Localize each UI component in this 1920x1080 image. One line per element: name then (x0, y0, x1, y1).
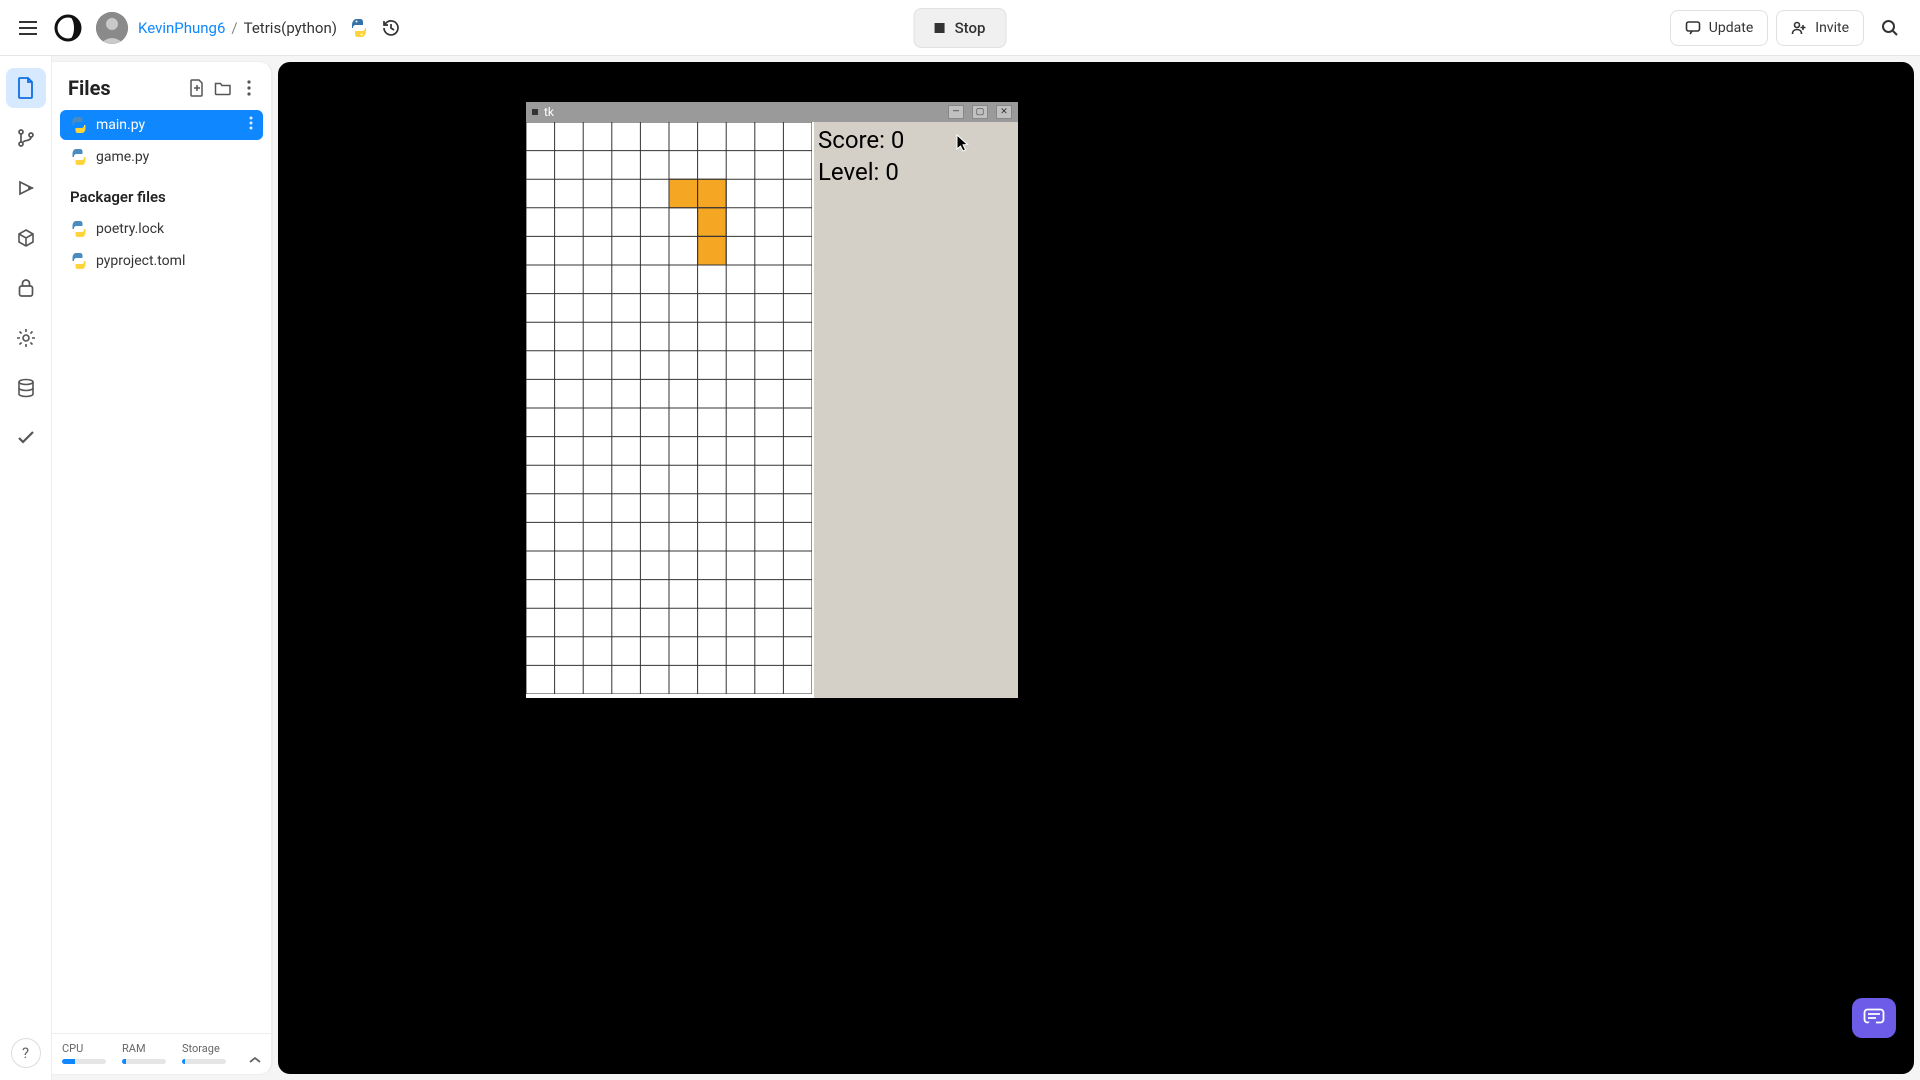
file-list: main.py game.py Packager files poetry.lo… (52, 110, 271, 1033)
level-label: Level: (818, 158, 885, 186)
files-header: Files (52, 62, 271, 110)
tk-sidebar: Score: 0 Level: 0 (814, 122, 1018, 698)
file-name: game.py (96, 149, 149, 165)
new-file-button[interactable] (187, 78, 207, 98)
debug-icon (16, 178, 36, 198)
python-file-icon (70, 252, 88, 270)
rail-files[interactable] (6, 68, 46, 108)
update-label: Update (1709, 20, 1753, 36)
rail-tests[interactable] (6, 418, 46, 458)
package-icon (16, 228, 36, 248)
cpu-label: CPU (62, 1042, 106, 1055)
file-item-poetrylock[interactable]: poetry.lock (60, 214, 263, 244)
help-button[interactable]: ? (11, 1038, 41, 1068)
new-folder-icon (214, 81, 232, 96)
python-file-icon (70, 148, 88, 166)
top-bar: KevinPhung6 / Tetris(python) Stop Update… (0, 0, 1920, 56)
breadcrumb-sep: / (231, 19, 237, 37)
file-name: pyproject.toml (96, 253, 185, 269)
breadcrumb-user[interactable]: KevinPhung6 (138, 19, 225, 37)
invite-icon (1791, 20, 1807, 36)
tetris-canvas[interactable] (526, 122, 814, 698)
new-folder-button[interactable] (213, 78, 233, 98)
breadcrumb-project[interactable]: Tetris(python) (244, 19, 337, 37)
tetris-grid (526, 122, 812, 694)
stop-button[interactable]: Stop (914, 8, 1007, 48)
file-name: main.py (96, 117, 145, 133)
rail-packages[interactable] (6, 218, 46, 258)
replit-logo-icon[interactable] (52, 12, 84, 44)
stop-icon (935, 23, 945, 33)
stop-label: Stop (955, 19, 986, 37)
tk-maximize-button[interactable]: ▢ (972, 105, 988, 119)
main-area: ? Files main.py (0, 56, 1920, 1080)
tk-title-text: tk (544, 105, 554, 119)
tk-app-icon (532, 109, 538, 115)
rail-secrets[interactable] (6, 268, 46, 308)
tk-minimize-button[interactable]: — (948, 105, 964, 119)
files-title: Files (68, 76, 181, 100)
packager-section: Packager files (60, 174, 263, 214)
python-file-icon (70, 116, 88, 134)
level-value: 0 (885, 158, 899, 186)
file-item-game[interactable]: game.py (60, 142, 263, 172)
files-panel: Files main.py (52, 62, 272, 1074)
history-icon[interactable] (381, 18, 401, 38)
file-item-main[interactable]: main.py (60, 110, 263, 140)
storage-stat: Storage (182, 1042, 226, 1064)
python-file-icon (70, 220, 88, 238)
hamburger-icon (19, 21, 37, 35)
rail-settings[interactable] (6, 318, 46, 358)
search-icon (1880, 18, 1900, 38)
database-icon (16, 378, 36, 398)
file-item-pyproject[interactable]: pyproject.toml (60, 246, 263, 276)
new-file-icon (189, 79, 205, 97)
lock-icon (17, 278, 35, 298)
storage-label: Storage (182, 1042, 226, 1055)
ram-label: RAM (122, 1042, 166, 1055)
update-button[interactable]: Update (1670, 10, 1768, 46)
tk-body: Score: 0 Level: 0 (526, 122, 1018, 698)
file-icon (16, 77, 36, 99)
user-avatar[interactable] (96, 12, 128, 44)
tk-window[interactable]: tk — ▢ ✕ Score: 0 Level: 0 (526, 102, 1018, 698)
resource-footer: CPU RAM Storage (52, 1033, 271, 1074)
search-button[interactable] (1872, 10, 1908, 46)
file-item-menu[interactable] (249, 116, 253, 134)
python-icon (349, 18, 369, 38)
chat-fab[interactable] (1852, 998, 1896, 1038)
tk-close-button[interactable]: ✕ (996, 105, 1012, 119)
rail-version-control[interactable] (6, 118, 46, 158)
rail-database[interactable] (6, 368, 46, 408)
score-value: 0 (891, 126, 905, 154)
ram-stat: RAM (122, 1042, 166, 1064)
file-name: poetry.lock (96, 221, 164, 237)
invite-button[interactable]: Invite (1776, 10, 1864, 46)
rail-debug[interactable] (6, 168, 46, 208)
branch-icon (16, 128, 36, 148)
left-rail: ? (0, 56, 52, 1080)
score-label: Score: (818, 126, 891, 154)
cpu-stat: CPU (62, 1042, 106, 1064)
chat-icon (1863, 1008, 1885, 1028)
invite-label: Invite (1815, 20, 1849, 36)
more-vert-icon (247, 80, 251, 96)
expand-stats-button[interactable] (249, 1056, 261, 1064)
files-more-button[interactable] (239, 78, 259, 98)
chevron-up-icon (249, 1056, 261, 1064)
tk-titlebar[interactable]: tk — ▢ ✕ (526, 102, 1018, 122)
help-label: ? (22, 1044, 29, 1062)
menu-button[interactable] (12, 12, 44, 44)
breadcrumb: KevinPhung6 / Tetris(python) (138, 19, 337, 37)
comment-icon (1685, 20, 1701, 36)
more-vert-icon (249, 116, 253, 130)
gear-icon (16, 328, 36, 348)
output-viewport[interactable]: tk — ▢ ✕ Score: 0 Level: 0 (278, 62, 1914, 1074)
check-icon (17, 431, 35, 445)
